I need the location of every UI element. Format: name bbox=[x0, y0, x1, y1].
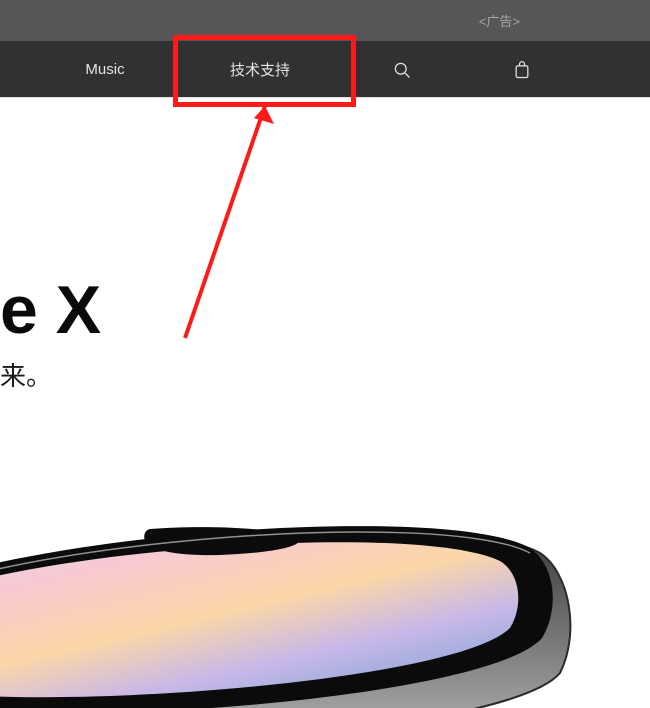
nav-bar: Music 技术支持 bbox=[0, 41, 650, 98]
browser-top-bar: <广告> bbox=[0, 0, 650, 41]
hero-headline: e X bbox=[0, 271, 101, 349]
bag-icon bbox=[512, 60, 532, 80]
nav-support-label: 技术支持 bbox=[230, 59, 290, 80]
nav-bag[interactable] bbox=[500, 41, 544, 98]
product-image bbox=[0, 513, 650, 708]
nav-support[interactable]: 技术支持 bbox=[205, 41, 315, 98]
nav-search[interactable] bbox=[380, 41, 424, 98]
nav-music[interactable]: Music bbox=[65, 41, 145, 98]
hero-sub: 来。 bbox=[0, 356, 52, 393]
ad-label: <广告> bbox=[479, 11, 520, 30]
hero-content: e X 来。 bbox=[0, 98, 650, 708]
nav-music-label: Music bbox=[85, 61, 124, 78]
search-icon bbox=[392, 60, 412, 80]
